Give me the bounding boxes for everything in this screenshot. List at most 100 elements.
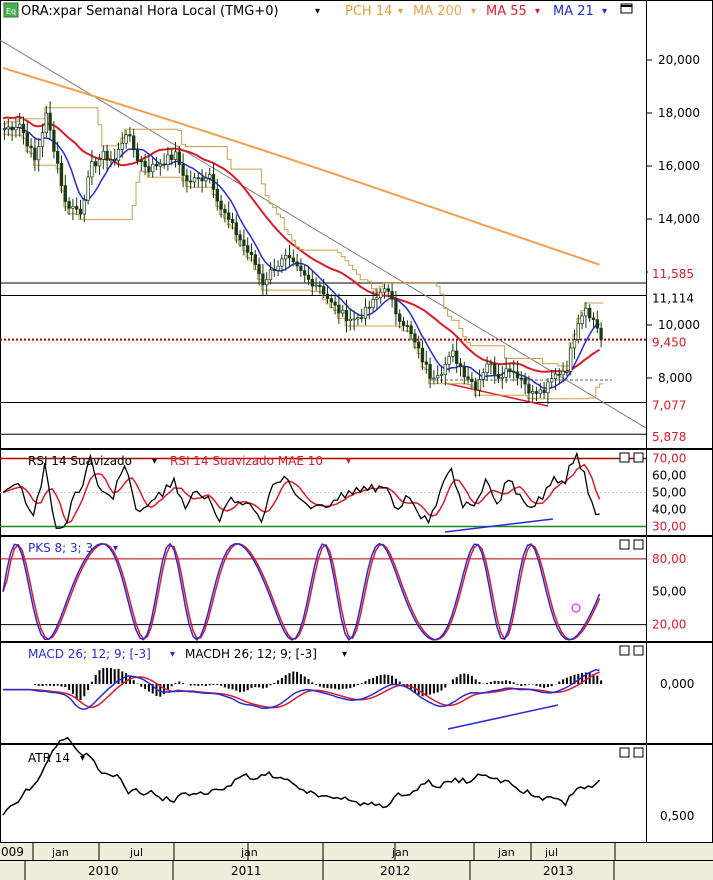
price-candle [268,269,273,281]
symbol-icon-glyph: Eq [6,7,16,16]
price-candle [329,298,333,303]
atr-panel: 0,500 [2,736,694,823]
pks-restore-icon[interactable] [619,539,630,550]
panel-frames [0,0,713,843]
indicator-ma200-label[interactable]: MA 200 [413,4,462,19]
price-candle [515,371,520,379]
pks-label[interactable]: PKS 8; 3; 3 [28,541,93,555]
price-candle [291,257,295,263]
rsi-dropdown-icon[interactable]: ▾ [152,456,157,467]
price-candle [451,350,455,357]
macdh-dropdown-icon[interactable]: ▾ [342,649,347,660]
price-candle [44,112,48,134]
macd-restore-icon[interactable] [619,645,630,656]
symbol-title[interactable]: ORA:xpar Semanal Hora Local (TMG+0) [21,4,279,19]
rsi-tick-label: 60,00 [652,469,686,483]
price-candle [599,327,603,340]
pks-maximize-icon[interactable] [633,539,644,550]
atr-label[interactable]: ATR 14 [28,751,70,765]
price-candle [78,208,83,215]
rsi-maximize-icon[interactable] [633,452,644,463]
price-candle [238,234,242,241]
price-candle [135,149,140,161]
price-candle [185,175,189,182]
rsi-mae-label[interactable]: RSI 14 Suavizado MAE 10 [170,454,323,468]
price-candle [356,317,360,320]
macd-dropdown-icon[interactable]: ▾ [170,649,175,660]
price-candle [306,274,311,280]
price-candle [246,245,250,253]
price-candle [287,255,292,259]
price-candle [272,269,276,272]
macdh-label[interactable]: MACDH 26; 12; 9; [-3] [185,647,317,661]
price-candle [375,297,379,300]
macd-maximize-icon[interactable] [633,645,644,656]
price-candle [401,321,406,326]
indicator-pch-label[interactable]: PCH 14 [345,4,392,19]
atr-restore-icon[interactable] [619,747,630,758]
price-toolbar: Eq ORA:xpar Semanal Hora Local (TMG+0) ▾… [3,2,633,19]
indicator-ma200-dropdown-icon[interactable]: ▾ [471,6,476,17]
price-candle [162,163,166,166]
rsi-label[interactable]: RSI 14 Suavizado [28,454,132,468]
price-candle [33,147,37,161]
price-candle [173,151,178,160]
price-candle [508,368,512,372]
symbol-dropdown-icon[interactable]: ▾ [315,6,320,17]
price-candle [284,255,288,260]
price-candle [40,132,45,147]
x-year-label: 009 [1,845,24,859]
indicator-ma21-label[interactable]: MA 21 [553,4,594,19]
rsi-mae-dropdown-icon[interactable]: ▾ [346,456,351,467]
price-candle [223,208,227,214]
x-month-label: jan [51,846,69,859]
price-candle [314,284,318,287]
price-tick-label: 8,000 [658,371,692,385]
price-candle [504,368,508,378]
price-candle [295,261,299,267]
price-candle [390,291,394,300]
rsi-mae-line [2,463,601,524]
price-candle [101,150,105,160]
atr-tick-label: 0,500 [660,809,694,823]
price-candle [470,378,474,382]
price-candle [181,164,185,176]
indicator-ma55-dropdown-icon[interactable]: ▾ [535,6,540,17]
price-candle [447,356,451,365]
price-candle [363,306,368,319]
price-candle [538,389,542,394]
indicator-ma55-label[interactable]: MA 55 [486,4,527,19]
price-candle [75,206,79,210]
price-candle [177,151,181,165]
price-axis: 20,00018,00016,00014,00012,00010,0008,00… [646,53,700,445]
pks-marker [571,603,581,613]
price-candle [417,341,421,349]
x-year-label: 2010 [88,864,119,878]
rsi-tick-label: 40,00 [652,503,686,517]
price-candle [257,264,261,275]
price-candle [325,293,330,299]
price-candle [500,376,504,379]
price-candle [462,366,466,378]
rsi-tick-label: 70,00 [652,452,686,466]
atr-dropdown-icon[interactable]: ▾ [80,753,85,764]
indicator-ma21-dropdown-icon[interactable]: ▾ [602,6,607,17]
price-candle [211,174,216,190]
price-candle [595,319,599,329]
macd-divergence-line [447,704,559,730]
price-candle [322,286,326,295]
price-candle [90,161,94,178]
price-candle [542,389,546,394]
price-candle [208,174,212,179]
indicator-pch-dropdown-icon[interactable]: ▾ [398,6,403,17]
atr-maximize-icon[interactable] [633,747,644,758]
price-candle [18,123,22,128]
price-candle [158,163,162,167]
pks-dropdown-icon[interactable]: ▾ [113,543,118,554]
price-candle [424,361,428,365]
macd-panel: 0,000 [3,667,694,730]
rsi-tick-label: 50,00 [652,486,686,500]
macd-label[interactable]: MACD 26; 12; 9; [-3] [28,647,151,661]
rsi-restore-icon[interactable] [619,452,630,463]
price-candle [97,159,102,167]
